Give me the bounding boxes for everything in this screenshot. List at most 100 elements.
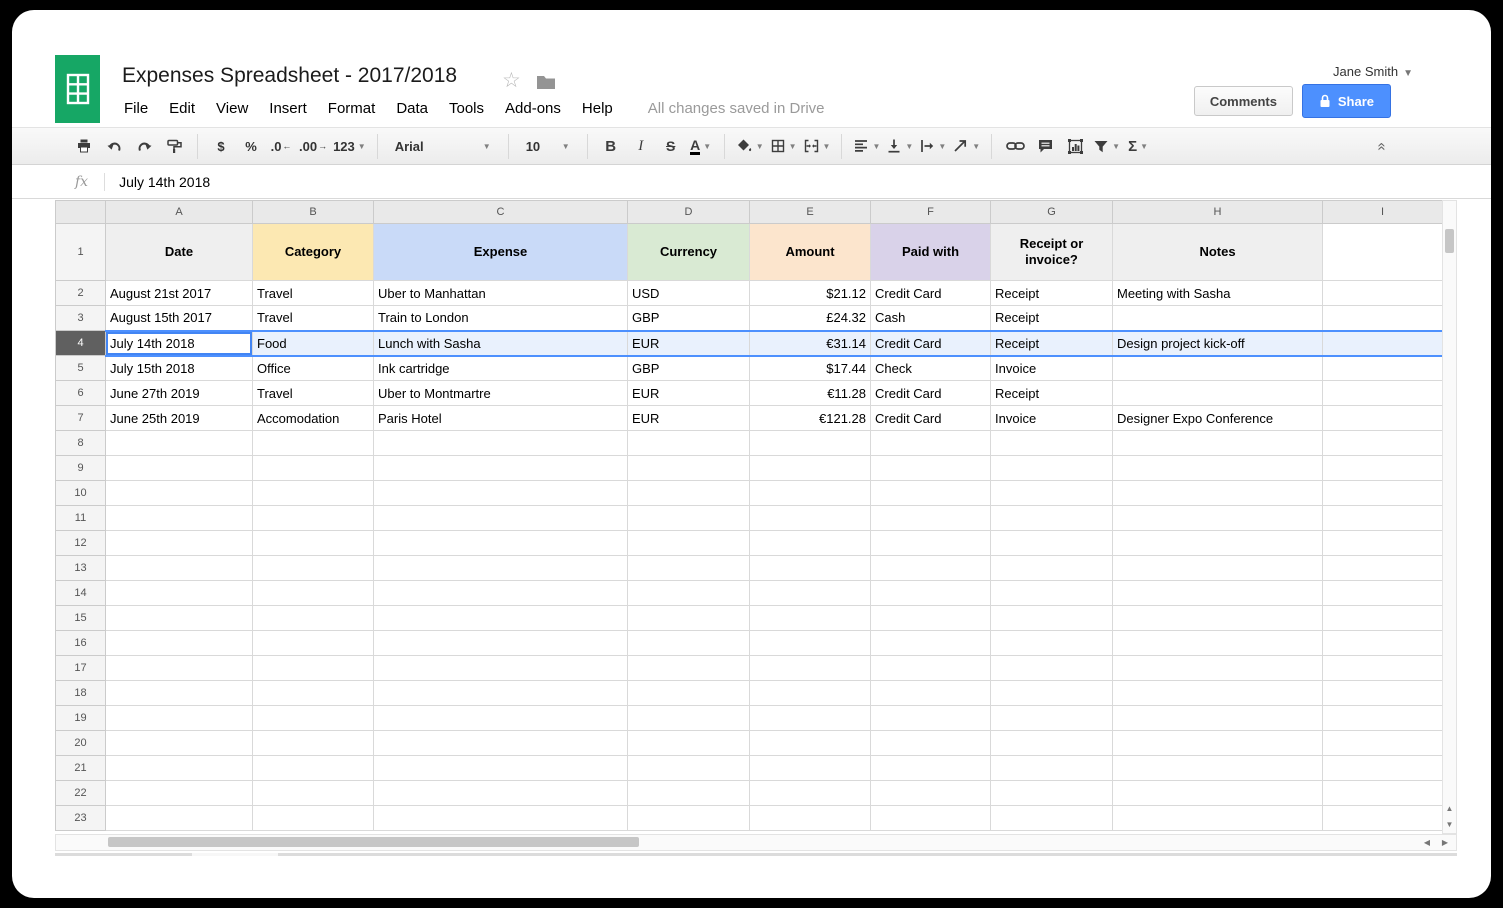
menu-file[interactable]: File bbox=[124, 100, 148, 117]
cell[interactable] bbox=[253, 531, 374, 556]
cell[interactable] bbox=[750, 681, 871, 706]
cell[interactable] bbox=[628, 481, 750, 506]
insert-link-button[interactable] bbox=[1003, 134, 1027, 158]
row-header-6[interactable]: 6 bbox=[56, 381, 106, 406]
cell[interactable] bbox=[374, 806, 628, 831]
cell[interactable]: Expense bbox=[374, 224, 628, 281]
cell[interactable]: June 27th 2019 bbox=[106, 381, 253, 406]
cell[interactable] bbox=[106, 756, 253, 781]
cell[interactable]: €121.28 bbox=[750, 406, 871, 431]
text-color-button[interactable]: A▼ bbox=[689, 134, 713, 158]
cell[interactable]: Invoice bbox=[991, 406, 1113, 431]
cell[interactable] bbox=[374, 431, 628, 456]
cell[interactable] bbox=[1113, 756, 1323, 781]
cell[interactable] bbox=[253, 706, 374, 731]
cell[interactable] bbox=[750, 581, 871, 606]
cell[interactable] bbox=[253, 756, 374, 781]
cell[interactable]: Receipt bbox=[991, 306, 1113, 331]
vertical-scrollbar[interactable]: ▲ ▼ bbox=[1442, 200, 1457, 834]
cell[interactable] bbox=[374, 706, 628, 731]
sheets-logo-icon[interactable] bbox=[55, 55, 100, 123]
star-icon[interactable]: ☆ bbox=[502, 68, 521, 93]
cell[interactable] bbox=[1323, 506, 1443, 531]
menu-data[interactable]: Data bbox=[396, 100, 428, 117]
window-scrollbar-thumb[interactable] bbox=[192, 853, 278, 856]
cell[interactable]: Currency bbox=[628, 224, 750, 281]
cell[interactable] bbox=[374, 656, 628, 681]
row-header-2[interactable]: 2 bbox=[56, 281, 106, 306]
cell[interactable] bbox=[374, 756, 628, 781]
cell[interactable] bbox=[1323, 781, 1443, 806]
row-header-5[interactable]: 5 bbox=[56, 356, 106, 381]
cell[interactable]: EUR bbox=[628, 331, 750, 356]
cell[interactable] bbox=[1113, 606, 1323, 631]
cell[interactable] bbox=[106, 731, 253, 756]
cell[interactable] bbox=[1113, 781, 1323, 806]
row-header-21[interactable]: 21 bbox=[56, 756, 106, 781]
row-header-4[interactable]: 4 bbox=[56, 331, 106, 356]
insert-comment-button[interactable] bbox=[1033, 134, 1057, 158]
cell[interactable] bbox=[1113, 581, 1323, 606]
row-header-18[interactable]: 18 bbox=[56, 681, 106, 706]
row-header-11[interactable]: 11 bbox=[56, 506, 106, 531]
scroll-down-icon[interactable]: ▼ bbox=[1443, 820, 1456, 829]
scroll-up-icon[interactable]: ▲ bbox=[1443, 804, 1456, 813]
cell[interactable] bbox=[1323, 606, 1443, 631]
cell[interactable]: USD bbox=[628, 281, 750, 306]
cell[interactable] bbox=[871, 756, 991, 781]
cell[interactable]: Designer Expo Conference bbox=[1113, 406, 1323, 431]
insert-chart-button[interactable] bbox=[1063, 134, 1087, 158]
row-header-1[interactable]: 1 bbox=[56, 224, 106, 281]
cell[interactable]: Notes bbox=[1113, 224, 1323, 281]
cell[interactable]: Credit Card bbox=[871, 406, 991, 431]
cell[interactable] bbox=[750, 431, 871, 456]
cell[interactable] bbox=[106, 806, 253, 831]
cell[interactable] bbox=[1113, 356, 1323, 381]
font-size-select[interactable]: 10▼ bbox=[520, 134, 576, 158]
cell[interactable] bbox=[991, 731, 1113, 756]
cell[interactable] bbox=[253, 606, 374, 631]
redo-button[interactable] bbox=[132, 134, 156, 158]
cell[interactable] bbox=[1113, 481, 1323, 506]
cell[interactable] bbox=[1323, 456, 1443, 481]
cell[interactable] bbox=[106, 481, 253, 506]
cell[interactable] bbox=[1323, 581, 1443, 606]
cell[interactable] bbox=[750, 556, 871, 581]
functions-button[interactable]: Σ▼ bbox=[1126, 134, 1150, 158]
cell[interactable] bbox=[253, 681, 374, 706]
cell[interactable] bbox=[1113, 456, 1323, 481]
cell[interactable] bbox=[1323, 381, 1443, 406]
cell[interactable] bbox=[750, 756, 871, 781]
number-format-button[interactable]: 123▼ bbox=[333, 134, 366, 158]
cell[interactable] bbox=[750, 806, 871, 831]
cell[interactable]: Food bbox=[253, 331, 374, 356]
cell[interactable]: Invoice bbox=[991, 356, 1113, 381]
cell[interactable] bbox=[628, 756, 750, 781]
cell[interactable] bbox=[628, 706, 750, 731]
cell[interactable]: August 21st 2017 bbox=[106, 281, 253, 306]
cell[interactable] bbox=[253, 781, 374, 806]
cell[interactable] bbox=[253, 556, 374, 581]
cell[interactable] bbox=[991, 456, 1113, 481]
cell[interactable]: Receipt or invoice? bbox=[991, 224, 1113, 281]
cell[interactable]: $21.12 bbox=[750, 281, 871, 306]
cell[interactable] bbox=[1323, 806, 1443, 831]
cell[interactable] bbox=[871, 631, 991, 656]
cell[interactable]: Cash bbox=[871, 306, 991, 331]
format-percent-button[interactable]: % bbox=[239, 134, 263, 158]
row-header-8[interactable]: 8 bbox=[56, 431, 106, 456]
account-menu[interactable]: Jane Smith▼ bbox=[1333, 64, 1413, 79]
cell[interactable] bbox=[750, 456, 871, 481]
scroll-right-icon[interactable]: ▶ bbox=[1442, 838, 1448, 847]
borders-button[interactable]: ▼ bbox=[770, 134, 797, 158]
cell[interactable] bbox=[253, 431, 374, 456]
cell[interactable]: Amount bbox=[750, 224, 871, 281]
cell[interactable] bbox=[1113, 731, 1323, 756]
cell[interactable] bbox=[106, 431, 253, 456]
collapse-toolbar-icon[interactable]: « bbox=[1373, 142, 1390, 150]
text-rotation-button[interactable]: ▼ bbox=[952, 134, 980, 158]
cell[interactable] bbox=[106, 681, 253, 706]
cell[interactable] bbox=[253, 481, 374, 506]
bold-button[interactable]: B bbox=[599, 134, 623, 158]
row-header-23[interactable]: 23 bbox=[56, 806, 106, 831]
